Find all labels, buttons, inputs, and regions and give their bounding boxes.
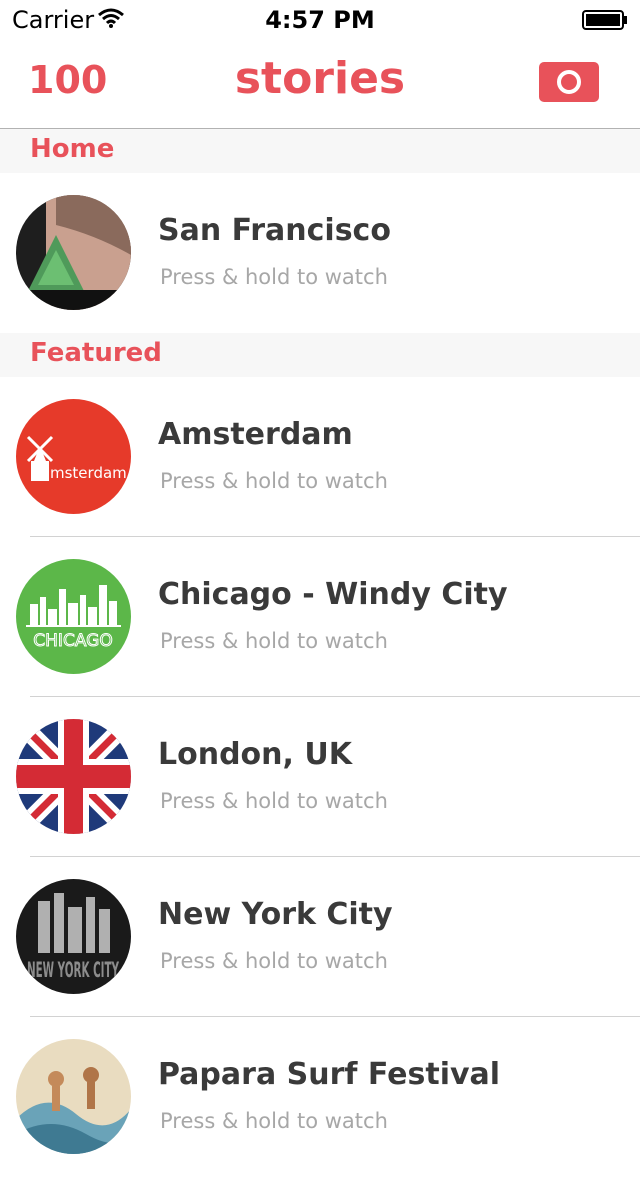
story-row-san-francisco[interactable]: San Francisco Press & hold to watch xyxy=(0,173,640,333)
story-title: Papara Surf Festival xyxy=(158,1057,501,1092)
amsterdam-badge-text: msterdam xyxy=(50,464,127,482)
story-subtitle: Press & hold to watch xyxy=(160,1109,388,1133)
story-title: London, UK xyxy=(158,737,352,772)
section-header-featured: Featured xyxy=(0,333,640,377)
story-title: New York City xyxy=(158,897,393,932)
chicago-badge-text: CHICAGO xyxy=(33,631,112,651)
status-bar: Carrier 4:57 PM xyxy=(0,0,640,40)
story-avatar-chicago: CHICAGO xyxy=(16,559,131,674)
section-header-home: Home xyxy=(0,129,640,173)
story-row-amsterdam[interactable]: msterdam Amsterdam Press & hold to watch xyxy=(0,377,640,537)
story-row-chicago[interactable]: CHICAGO Chicago - Windy City Press & hol… xyxy=(0,537,640,697)
story-subtitle: Press & hold to watch xyxy=(160,265,388,289)
nav-bar: 100 stories xyxy=(0,40,640,129)
story-avatar-london xyxy=(16,719,131,834)
story-row-london[interactable]: London, UK Press & hold to watch xyxy=(0,697,640,857)
status-time: 4:57 PM xyxy=(265,6,375,34)
story-subtitle: Press & hold to watch xyxy=(160,789,388,813)
story-avatar-san-francisco xyxy=(16,195,131,310)
section-title-featured: Featured xyxy=(30,338,162,368)
story-title: Amsterdam xyxy=(158,417,353,452)
story-title: San Francisco xyxy=(158,213,391,248)
story-subtitle: Press & hold to watch xyxy=(160,629,388,653)
story-avatar-amsterdam: msterdam xyxy=(16,399,131,514)
story-row-new-york[interactable]: NEW YORK CITY New York City Press & hold… xyxy=(0,857,640,1017)
story-avatar-new-york: NEW YORK CITY xyxy=(16,879,131,994)
battery-icon xyxy=(582,10,627,30)
section-title-home: Home xyxy=(30,134,115,164)
story-title: Chicago - Windy City xyxy=(158,577,508,612)
camera-button[interactable] xyxy=(539,62,599,102)
camera-icon xyxy=(557,70,581,94)
story-subtitle: Press & hold to watch xyxy=(160,949,388,973)
story-subtitle: Press & hold to watch xyxy=(160,469,388,493)
story-avatar-papara xyxy=(16,1039,131,1154)
story-row-papara[interactable]: Papara Surf Festival Press & hold to wat… xyxy=(0,1017,640,1177)
new-york-badge-text: NEW YORK CITY xyxy=(27,958,119,982)
